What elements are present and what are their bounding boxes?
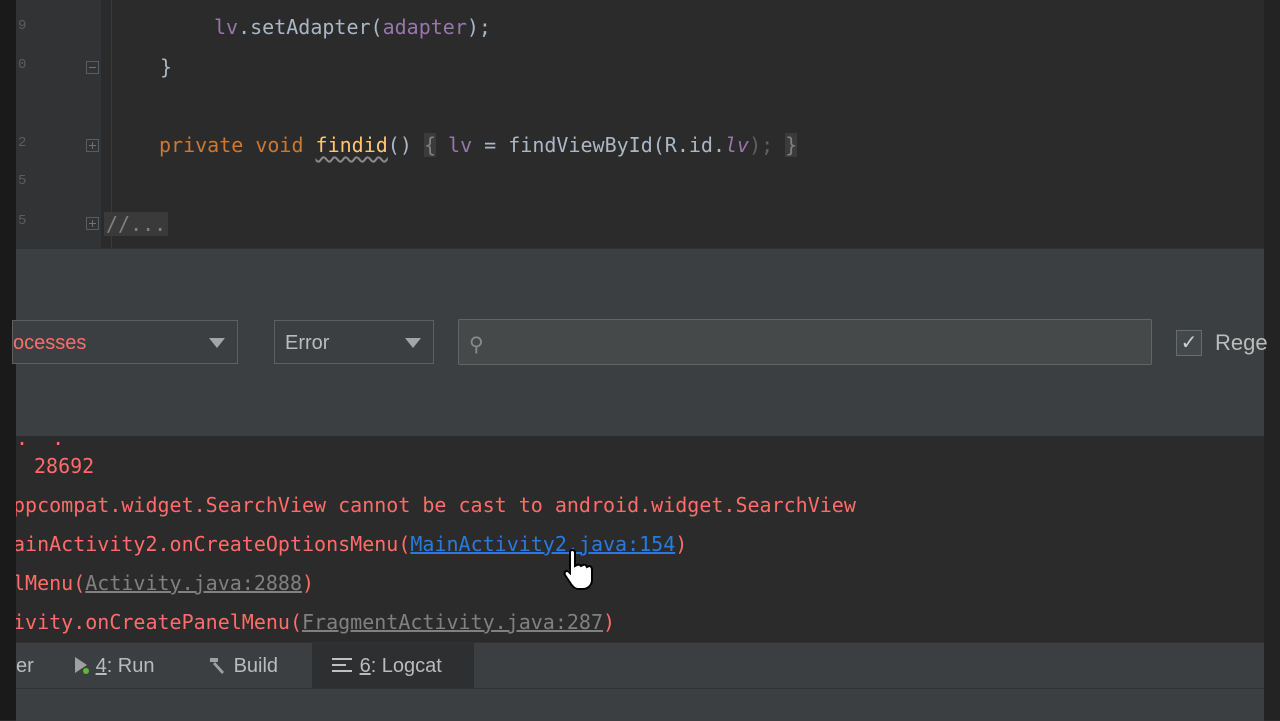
process-dropdown[interactable]: ocesses [12, 320, 238, 364]
line-number: 5 [18, 173, 27, 189]
tool-tab-build[interactable]: Build [206, 643, 278, 689]
fold-expand-icon[interactable] [86, 217, 99, 230]
code-line-findid: private void findid() { lv = findViewByI… [159, 133, 798, 157]
chevron-down-icon [405, 338, 421, 348]
logcat-output[interactable]: . . 28692 ppcompat.widget.SearchView can… [16, 436, 1264, 642]
code-line-set-adapter: lv.setAdapter(adapter); [214, 15, 491, 39]
tool-window-bar: er 4: Run Build 6: Logcat [16, 642, 1264, 689]
log-line: lMenu(Activity.java:2888) [16, 571, 315, 595]
line-number: 0 [18, 57, 27, 73]
code-line-folded[interactable]: //... [104, 212, 169, 236]
chevron-down-icon [209, 338, 225, 348]
code-line-close-brace: } [160, 55, 173, 79]
process-dropdown-label: ocesses [13, 332, 87, 354]
line-number: 9 [18, 18, 27, 34]
search-icon: ⚲ [469, 334, 484, 356]
logcat-icon [332, 658, 352, 672]
logcat-filter-bar: ocesses Error ⚲ ✓ Rege [12, 300, 1268, 436]
panel-divider[interactable] [16, 248, 1264, 302]
regex-checkbox[interactable]: ✓ [1176, 330, 1202, 356]
right-edge [1264, 0, 1280, 720]
stacktrace-link[interactable]: Activity.java:2888 [85, 571, 302, 595]
fold-expand-icon[interactable] [86, 139, 99, 152]
tool-tab-partial[interactable]: er [16, 643, 34, 689]
fold-collapse-icon[interactable] [86, 61, 99, 74]
log-line: 28692 [34, 454, 95, 478]
editor-gutter: 9 0 2 5 5 [16, 0, 101, 248]
log-line-cut: . . [16, 436, 65, 450]
tool-tab-run[interactable]: 4: Run [72, 643, 155, 689]
logcat-search-input[interactable]: ⚲ [458, 319, 1152, 365]
regex-label: Rege [1215, 330, 1268, 355]
stacktrace-link[interactable]: FragmentActivity.java:287 [302, 610, 603, 634]
hammer-icon [210, 658, 224, 674]
code-editor[interactable]: 9 0 2 5 5 lv.setAdapter(adapter); } priv… [16, 0, 1264, 248]
log-level-dropdown[interactable]: Error [274, 320, 434, 364]
run-icon [75, 657, 89, 674]
hand-cursor-icon [563, 548, 593, 590]
line-number: 2 [18, 135, 27, 151]
stacktrace-link[interactable]: MainActivity2.java:154 [410, 532, 675, 556]
status-bar [16, 688, 1264, 721]
log-line: ppcompat.widget.SearchView cannot be cas… [16, 493, 856, 517]
gutter-separator [111, 0, 112, 248]
tool-tab-logcat[interactable]: 6: Logcat [312, 643, 474, 689]
log-line: ivity.onCreatePanelMenu(FragmentActivity… [16, 610, 616, 634]
log-level-label: Error [285, 332, 330, 354]
line-number: 5 [18, 213, 27, 229]
